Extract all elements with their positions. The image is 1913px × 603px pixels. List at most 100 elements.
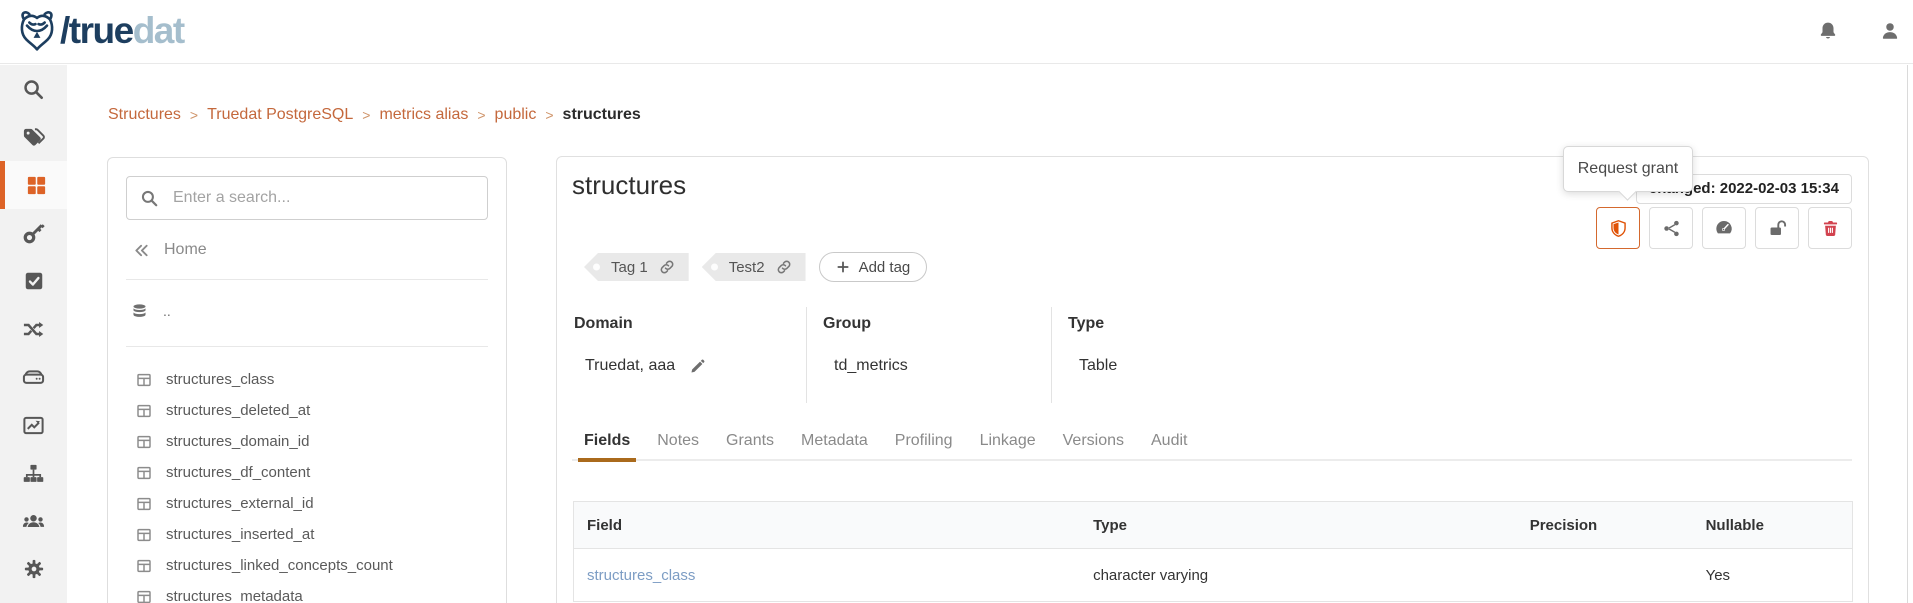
table-icon	[136, 589, 152, 603]
search-input[interactable]	[171, 188, 474, 208]
type-value: Table	[1079, 357, 1117, 375]
up-level-label: ..	[163, 303, 171, 319]
trash-icon	[1821, 219, 1840, 238]
share-icon	[1662, 219, 1681, 238]
field-link[interactable]: structures_class	[587, 567, 695, 584]
truedat-logo[interactable]: /truedat	[14, 8, 184, 54]
tab-audit[interactable]: Audit	[1151, 424, 1187, 460]
sidebar-item-settings[interactable]	[0, 545, 67, 593]
field-precision-cell	[1517, 549, 1693, 602]
list-item[interactable]: structures_df_content	[108, 457, 506, 488]
list-item[interactable]: structures_class	[108, 364, 506, 395]
database-icon	[131, 303, 148, 320]
breadcrumb-separator: >	[190, 107, 198, 123]
tab-metadata[interactable]: Metadata	[801, 424, 868, 460]
plus-icon	[836, 260, 850, 274]
delete-button[interactable]	[1808, 207, 1852, 249]
type-section: Type Table	[1068, 307, 1288, 375]
tag-chip[interactable]: Tag 1	[584, 253, 689, 281]
sidebar-item-dashboards[interactable]	[0, 401, 67, 449]
tag-chip[interactable]: Test2	[702, 253, 806, 281]
sidebar-item-structures[interactable]	[0, 161, 67, 209]
user-account-icon[interactable]	[1879, 20, 1901, 42]
profiling-button[interactable]	[1702, 207, 1746, 249]
add-tag-label: Add tag	[859, 259, 911, 276]
add-tag-button[interactable]: Add tag	[819, 252, 928, 282]
tab-linkage[interactable]: Linkage	[980, 424, 1036, 460]
sidebar-item-quality[interactable]	[0, 257, 67, 305]
table-header-row: Field Type Precision Nullable	[574, 502, 1853, 549]
breadcrumb-link-database[interactable]: metrics alias	[379, 106, 468, 124]
action-button-row	[1596, 207, 1852, 249]
unlock-icon	[1768, 219, 1787, 238]
chart-line-icon	[22, 414, 45, 437]
browser-home-link[interactable]: Home	[132, 238, 207, 262]
breadcrumb-separator: >	[362, 107, 370, 123]
sidebar-item-systems[interactable]	[0, 353, 67, 401]
notifications-bell-icon[interactable]	[1817, 20, 1839, 42]
request-grant-button[interactable]	[1596, 207, 1640, 249]
tab-profiling[interactable]: Profiling	[895, 424, 953, 460]
breadcrumb-separator: >	[477, 107, 485, 123]
gear-icon	[23, 558, 45, 580]
tag-label: Test2	[729, 259, 765, 276]
sidebar-item-permissions[interactable]	[0, 209, 67, 257]
tag-hole	[593, 264, 600, 271]
tab-fields[interactable]: Fields	[584, 424, 630, 460]
breadcrumb-link-system[interactable]: Truedat PostgreSQL	[207, 106, 353, 124]
sidebar-item-taxonomy[interactable]	[0, 449, 67, 497]
owl-icon	[14, 8, 60, 54]
table-icon	[136, 558, 152, 574]
group-value: td_metrics	[834, 357, 908, 375]
column-header-nullable: Nullable	[1693, 502, 1853, 549]
list-item[interactable]: structures_external_id	[108, 488, 506, 519]
list-item[interactable]: structures_inserted_at	[108, 519, 506, 550]
unlock-button[interactable]	[1755, 207, 1799, 249]
tooltip-text: Request grant	[1578, 160, 1679, 178]
list-item[interactable]: structures_linked_concepts_count	[108, 550, 506, 581]
tab-notes[interactable]: Notes	[657, 424, 699, 460]
breadcrumb-link-structures[interactable]: Structures	[108, 106, 181, 124]
link-icon[interactable]	[776, 259, 792, 275]
sidebar-item-tags[interactable]	[0, 113, 67, 161]
table-row: structures_class character varying Yes	[574, 549, 1853, 602]
hard-drive-icon	[22, 366, 45, 389]
key-icon	[22, 222, 45, 245]
breadcrumb-separator: >	[545, 107, 553, 123]
breadcrumb: Structures > Truedat PostgreSQL > metric…	[108, 104, 641, 126]
tag-hole	[711, 264, 718, 271]
column-header-field: Field	[574, 502, 1081, 549]
table-icon	[136, 465, 152, 481]
sitemap-icon	[22, 462, 45, 485]
icon-sidebar	[0, 65, 67, 603]
table-icon	[136, 434, 152, 450]
structure-search-box	[126, 176, 488, 220]
sidebar-item-lineage[interactable]	[0, 305, 67, 353]
tab-grants[interactable]: Grants	[726, 424, 774, 460]
breadcrumb-current: structures	[563, 106, 641, 124]
search-icon	[140, 189, 159, 208]
table-icon	[136, 496, 152, 512]
tags-icon	[22, 126, 45, 149]
breadcrumb-link-schema[interactable]: public	[495, 106, 537, 124]
edit-domain-pencil-icon[interactable]	[689, 358, 706, 375]
browser-up-level[interactable]: ..	[131, 300, 171, 322]
list-item[interactable]: structures_domain_id	[108, 426, 506, 457]
top-header: /truedat	[0, 0, 1913, 64]
tag-label: Tag 1	[611, 259, 648, 276]
scrollbar-track[interactable]	[1907, 65, 1908, 603]
users-icon	[22, 510, 45, 533]
divider	[126, 346, 488, 347]
page-title: structures	[572, 170, 686, 201]
share-button[interactable]	[1649, 207, 1693, 249]
table-icon	[136, 527, 152, 543]
field-type-cell: character varying	[1080, 549, 1517, 602]
request-grant-tooltip: Request grant	[1563, 146, 1693, 192]
link-icon[interactable]	[659, 259, 675, 275]
list-item[interactable]: structures_deleted_at	[108, 395, 506, 426]
list-item[interactable]: structures_metadata	[108, 581, 506, 603]
sidebar-item-users[interactable]	[0, 497, 67, 545]
tab-versions[interactable]: Versions	[1063, 424, 1124, 460]
sidebar-item-search[interactable]	[0, 65, 67, 113]
tags-row: Tag 1 Test2 Add tag	[584, 252, 927, 282]
